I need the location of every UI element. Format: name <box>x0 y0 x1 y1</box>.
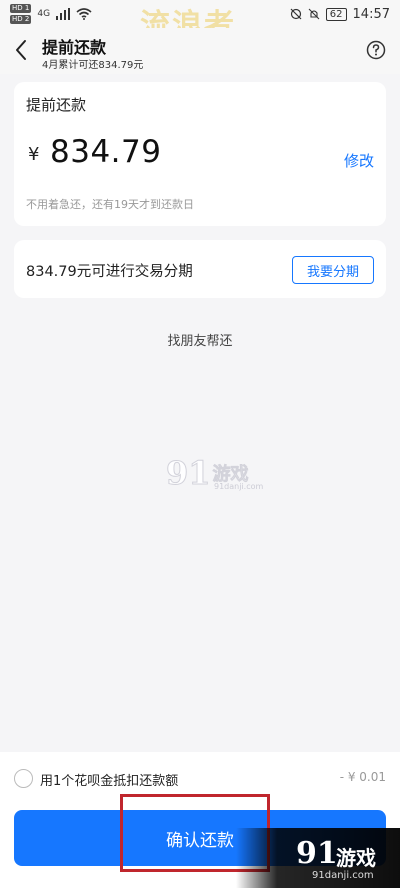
watermark-corner-site: 91danji.com <box>312 870 374 881</box>
installment-card: 834.79元可进行交易分期 我要分期 <box>14 240 386 298</box>
help-icon[interactable] <box>366 40 386 60</box>
battery-indicator: 62 <box>325 7 347 21</box>
mute-icon <box>308 8 320 20</box>
deduct-value: - ¥ 0.01 <box>339 770 386 784</box>
status-left: HD 1 HD 2 4G <box>10 4 92 24</box>
installment-text: 834.79元可进行交易分期 <box>26 264 193 280</box>
back-arrow-icon[interactable] <box>12 38 32 62</box>
page-subtitle: 4月累计可还834.79元 <box>42 60 144 71</box>
modify-amount-link[interactable]: 修改 <box>344 150 374 171</box>
repay-amount-card: 提前还款 ¥ 834.79 修改 不用着急还，还有19天才到还款日 <box>14 82 386 226</box>
wifi-icon <box>76 8 92 20</box>
alarm-off-icon <box>290 8 302 20</box>
watermark-center-num: 91 <box>166 454 212 493</box>
deduct-radio[interactable] <box>14 769 33 788</box>
status-right: 62 14:57 <box>290 7 390 22</box>
sim2-badge: HD 2 <box>10 15 32 24</box>
status-time: 14:57 <box>352 6 390 22</box>
watermark-center-site: 91danji.com <box>214 482 264 491</box>
watermark-corner-num: 91 <box>296 836 338 871</box>
page-title: 提前还款 <box>42 38 107 57</box>
due-date-hint: 不用着急还，还有19天才到还款日 <box>26 198 194 211</box>
sim-indicators: HD 1 HD 2 <box>10 4 32 24</box>
card-title: 提前还款 <box>26 96 87 114</box>
signal-icon <box>56 8 71 20</box>
app-header: 提前还款 4月累计可还834.79元 <box>0 28 400 74</box>
repay-amount: 834.79 <box>50 134 162 170</box>
sim1-badge: HD 1 <box>10 4 32 13</box>
deduct-label: 用1个花呗金抵扣还款额 <box>40 774 179 789</box>
signal-label: 4G <box>37 9 51 19</box>
currency-symbol: ¥ <box>28 144 40 165</box>
ask-friend-link[interactable]: 找朋友帮还 <box>0 330 400 349</box>
watermark-corner-text: 游戏 <box>336 846 376 870</box>
installment-button[interactable]: 我要分期 <box>292 256 374 284</box>
watermark-center-logo: 91 游戏 91danji.com <box>166 454 264 493</box>
